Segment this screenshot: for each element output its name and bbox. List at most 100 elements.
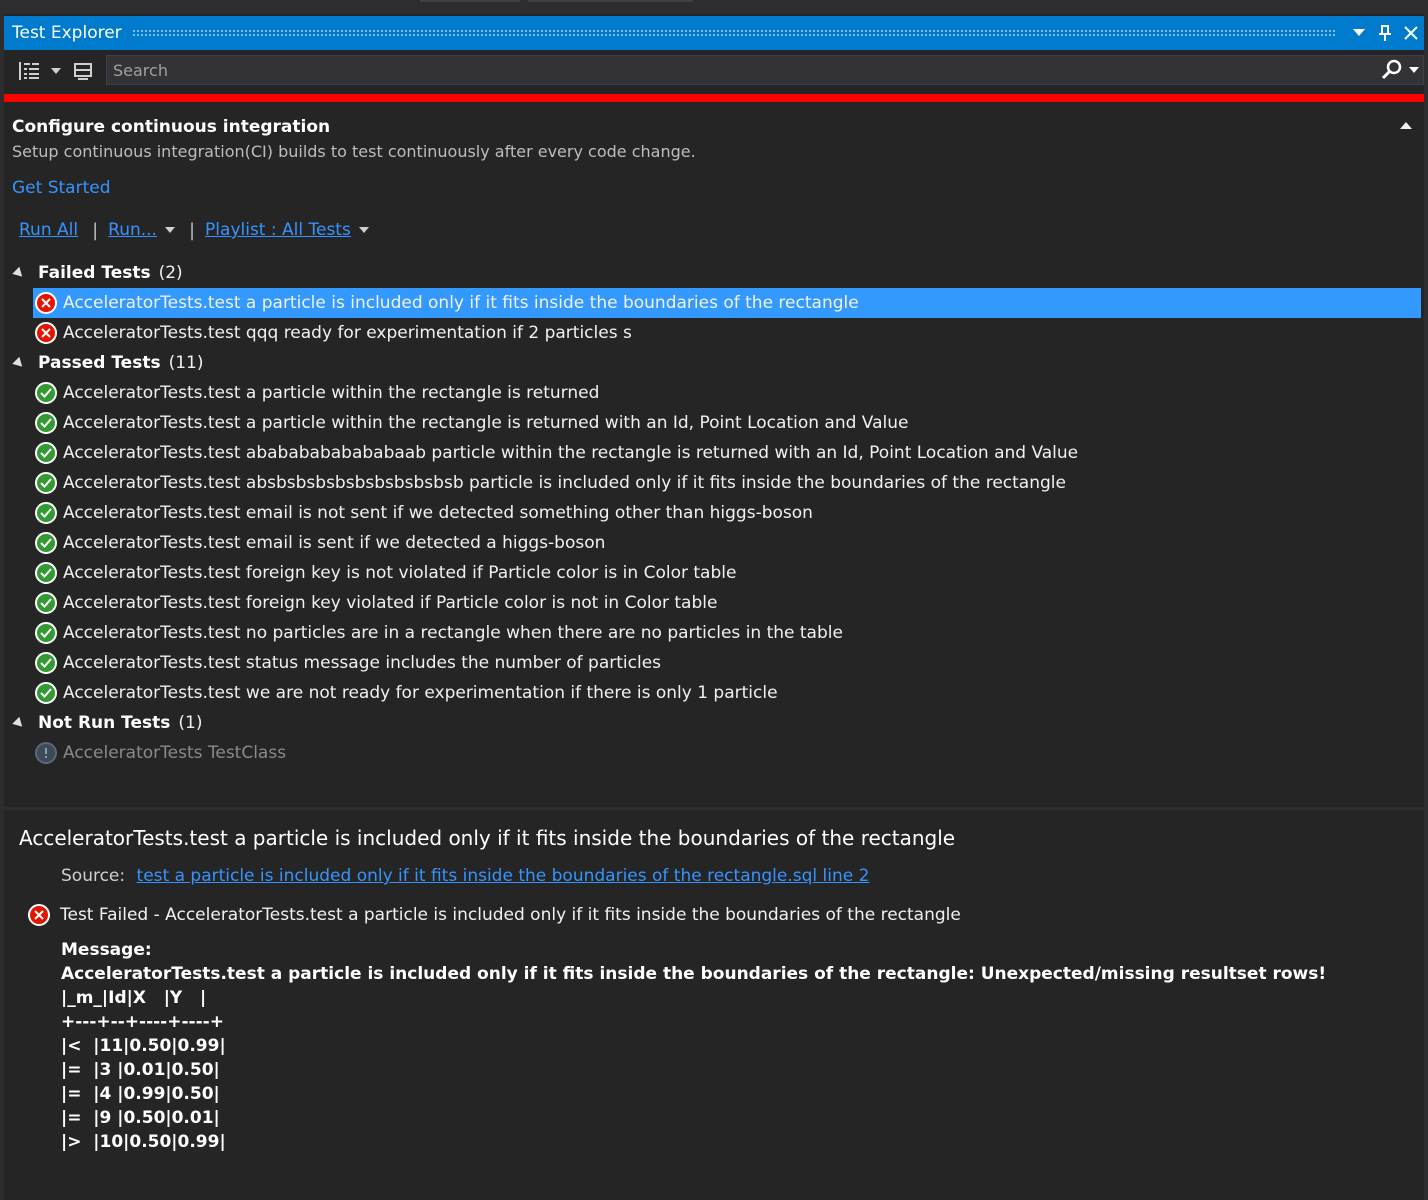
info-icon bbox=[35, 742, 57, 764]
run-bar: Run All | Run... | Playlist : All Tests bbox=[19, 217, 369, 243]
toolbar bbox=[4, 54, 1424, 88]
detail-title: AcceleratorTests.test a particle is incl… bbox=[19, 826, 956, 850]
test-row[interactable]: AcceleratorTests.test absbsbsbsbsbsbsbsb… bbox=[33, 468, 1421, 498]
test-row[interactable]: AcceleratorTests.test status message inc… bbox=[33, 648, 1421, 678]
window-menu-button[interactable] bbox=[1346, 16, 1372, 50]
error-icon bbox=[35, 322, 57, 344]
expand-collapse-icon[interactable] bbox=[12, 716, 26, 730]
message-label: Message: bbox=[61, 940, 152, 960]
group-name: Failed Tests bbox=[38, 263, 151, 283]
run-dropdown-icon[interactable] bbox=[164, 227, 175, 233]
detail-result: Test Failed - AcceleratorTests.test a pa… bbox=[28, 904, 961, 926]
group-failed-tests[interactable]: Failed Tests (2) bbox=[4, 258, 1424, 288]
test-row[interactable]: AcceleratorTests.test no particles are i… bbox=[33, 618, 1421, 648]
source-label: Source: bbox=[61, 866, 126, 886]
detail-source: Source: test a particle is included only… bbox=[61, 866, 869, 886]
check-icon bbox=[35, 532, 57, 554]
test-row[interactable]: AcceleratorTests.test email is not sent … bbox=[33, 498, 1421, 528]
group-passed-tests[interactable]: Passed Tests (11) bbox=[4, 348, 1424, 378]
window-title: Test Explorer bbox=[12, 23, 122, 43]
test-name: AcceleratorTests.test email is not sent … bbox=[63, 503, 813, 523]
close-icon bbox=[1404, 26, 1418, 40]
separator: | bbox=[188, 219, 196, 241]
pin-icon bbox=[1379, 25, 1391, 41]
chevron-down-icon bbox=[1409, 67, 1419, 73]
ci-banner-title: Configure continuous integration bbox=[12, 117, 331, 137]
test-name: AcceleratorTests.test foreign key violat… bbox=[63, 593, 718, 613]
run-link[interactable]: Run... bbox=[108, 220, 157, 240]
group-by-dropdown[interactable] bbox=[50, 57, 62, 85]
title-bar[interactable]: Test Explorer bbox=[4, 16, 1424, 50]
playlist-dropdown-icon[interactable] bbox=[358, 227, 369, 233]
test-name: AcceleratorTests.test we are not ready f… bbox=[63, 683, 778, 703]
ci-banner-description: Setup continuous integration(CI) builds … bbox=[12, 142, 696, 161]
expand-collapse-icon[interactable] bbox=[12, 356, 26, 370]
group-name: Passed Tests bbox=[38, 353, 161, 373]
test-row[interactable]: AcceleratorTests.test we are not ready f… bbox=[33, 678, 1421, 708]
pin-button[interactable] bbox=[1372, 16, 1398, 50]
group-count: (1) bbox=[178, 713, 203, 733]
test-tree: Failed Tests (2) AcceleratorTests.test a… bbox=[4, 258, 1424, 768]
test-name: AcceleratorTests.test abababababababaab … bbox=[63, 443, 1079, 463]
message-text: AcceleratorTests.test a particle is incl… bbox=[61, 964, 1327, 1152]
search-icon bbox=[1381, 59, 1402, 80]
test-row[interactable]: AcceleratorTests.test qqq ready for expe… bbox=[33, 318, 1421, 348]
test-name: AcceleratorTests.test status message inc… bbox=[63, 653, 662, 673]
test-name: AcceleratorTests.test a particle within … bbox=[63, 383, 600, 403]
collapse-banner-icon[interactable] bbox=[1400, 122, 1412, 129]
test-row[interactable]: AcceleratorTests.test a particle within … bbox=[33, 378, 1421, 408]
ci-banner: Configure continuous integration Setup c… bbox=[12, 114, 1412, 200]
get-started-link[interactable]: Get Started bbox=[12, 176, 1412, 200]
drag-grip[interactable] bbox=[131, 29, 1336, 37]
test-row[interactable]: AcceleratorTests.test foreign key violat… bbox=[33, 588, 1421, 618]
test-name: AcceleratorTests.test no particles are i… bbox=[63, 623, 843, 643]
group-count: (2) bbox=[158, 263, 183, 283]
check-icon bbox=[35, 682, 57, 704]
close-button[interactable] bbox=[1398, 16, 1424, 50]
test-row[interactable]: AcceleratorTests.test abababababababaab … bbox=[33, 438, 1421, 468]
check-icon bbox=[35, 502, 57, 524]
check-icon bbox=[35, 592, 57, 614]
search-box bbox=[106, 55, 1424, 85]
check-icon bbox=[35, 562, 57, 584]
test-name: AcceleratorTests.test email is sent if w… bbox=[63, 533, 606, 553]
test-name: AcceleratorTests.test a particle is incl… bbox=[63, 293, 859, 313]
check-icon bbox=[35, 382, 57, 404]
test-explorer-window: Test Explorer Search Configure continuou… bbox=[4, 14, 1424, 1200]
document-tab[interactable] bbox=[420, 0, 520, 2]
search-input[interactable] bbox=[107, 59, 1381, 81]
error-icon bbox=[28, 904, 50, 926]
expand-collapse-icon[interactable] bbox=[12, 266, 26, 280]
check-icon bbox=[35, 442, 57, 464]
playlist-link[interactable]: Playlist : All Tests bbox=[205, 220, 351, 240]
test-row[interactable]: AcceleratorTests.test foreign key is not… bbox=[33, 558, 1421, 588]
group-count: (11) bbox=[168, 353, 204, 373]
document-tab-strip bbox=[0, 0, 1428, 14]
test-name: AcceleratorTests.test a particle within … bbox=[63, 413, 909, 433]
check-icon bbox=[35, 622, 57, 644]
chevron-down-icon bbox=[1353, 29, 1365, 36]
playlist-button[interactable] bbox=[70, 57, 96, 85]
test-row[interactable]: AcceleratorTests.test a particle is incl… bbox=[33, 288, 1421, 318]
group-not-run-tests[interactable]: Not Run Tests (1) bbox=[4, 708, 1424, 738]
group-by-button[interactable] bbox=[16, 57, 42, 85]
search-button[interactable] bbox=[1381, 59, 1403, 81]
group-by-icon bbox=[19, 62, 39, 80]
test-row[interactable]: AcceleratorTests TestClass bbox=[33, 738, 1421, 768]
check-icon bbox=[35, 472, 57, 494]
test-name: AcceleratorTests.test qqq ready for expe… bbox=[63, 323, 632, 343]
search-options-dropdown[interactable] bbox=[1409, 67, 1419, 73]
document-tab[interactable] bbox=[528, 0, 693, 2]
check-icon bbox=[35, 412, 57, 434]
check-icon bbox=[35, 652, 57, 674]
source-link[interactable]: test a particle is included only if it f… bbox=[137, 866, 870, 886]
group-name: Not Run Tests bbox=[38, 713, 171, 733]
result-text: Test Failed - AcceleratorTests.test a pa… bbox=[60, 905, 961, 925]
run-all-link[interactable]: Run All bbox=[19, 220, 78, 240]
test-status-bar bbox=[4, 94, 1424, 102]
test-row[interactable]: AcceleratorTests.test email is sent if w… bbox=[33, 528, 1421, 558]
test-row[interactable]: AcceleratorTests.test a particle within … bbox=[33, 408, 1421, 438]
test-name: AcceleratorTests.test absbsbsbsbsbsbsbsb… bbox=[63, 473, 1066, 493]
error-icon bbox=[35, 292, 57, 314]
separator: | bbox=[92, 219, 99, 241]
